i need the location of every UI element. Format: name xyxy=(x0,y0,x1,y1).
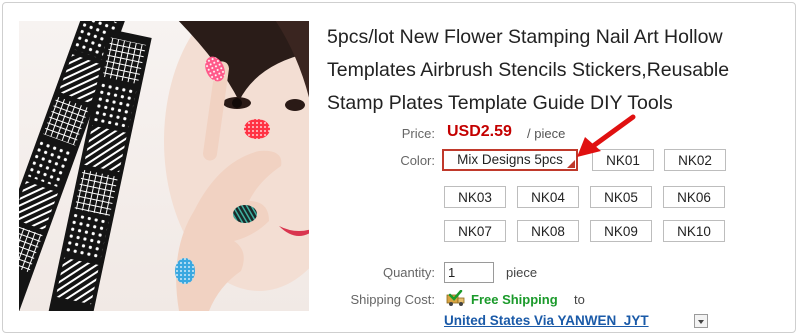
product-title: 5pcs/lot New Flower Stamping Nail Art Ho… xyxy=(327,26,730,114)
color-option-nk10[interactable]: NK10 xyxy=(663,220,725,242)
price-value: USD2.59 xyxy=(447,123,512,140)
color-option-nk02[interactable]: NK02 xyxy=(664,149,726,171)
product-image xyxy=(19,21,309,311)
color-option-nk09[interactable]: NK09 xyxy=(590,220,652,242)
quantity-label: Quantity: xyxy=(382,265,435,280)
color-option-nk07[interactable]: NK07 xyxy=(444,220,506,242)
color-option-label: Mix Designs 5pcs xyxy=(457,152,563,167)
quantity-unit: piece xyxy=(506,265,538,280)
truck-check-icon xyxy=(446,290,465,306)
color-option-nk08[interactable]: NK08 xyxy=(517,220,579,242)
color-option-nk04[interactable]: NK04 xyxy=(517,186,579,208)
product-photo xyxy=(19,21,309,311)
color-option-mix-designs[interactable]: Mix Designs 5pcs xyxy=(442,149,578,171)
color-option-nk03[interactable]: NK03 xyxy=(444,186,506,208)
shipping-label: Shipping Cost: xyxy=(350,292,435,307)
quantity-input[interactable] xyxy=(444,262,494,283)
color-option-nk05[interactable]: NK05 xyxy=(590,186,652,208)
free-shipping-text: Free Shipping xyxy=(471,292,558,307)
shipping-method-dropdown[interactable] xyxy=(694,314,708,328)
product-card: 5pcs/lot New Flower Stamping Nail Art Ho… xyxy=(2,2,796,333)
price-unit: / piece xyxy=(527,126,566,141)
shipping-to-text: to xyxy=(574,292,585,307)
color-option-nk06[interactable]: NK06 xyxy=(663,186,725,208)
shipping-method-link[interactable]: United States Via YANWEN_JYT xyxy=(444,313,649,328)
chevron-down-icon xyxy=(698,320,704,324)
price-label: Price: xyxy=(401,126,435,141)
color-label: Color: xyxy=(400,153,435,168)
annotation-arrow-icon xyxy=(577,114,636,157)
